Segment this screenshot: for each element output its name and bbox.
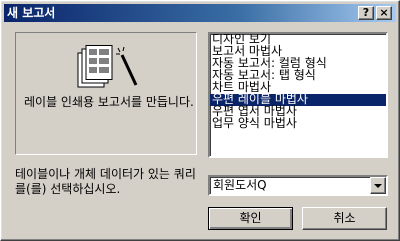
cancel-button[interactable]: 취소 [302,207,387,230]
dialog-title: 새 보고서 [7,6,56,20]
description-text: 레이블 인쇄용 보고서를 만듭니다. [24,95,194,109]
report-type-list[interactable]: 디자인 보기 보고서 마법사 자동 보고서: 컬럼 형식 자동 보고서: 탭 형… [208,32,388,158]
data-source-label: 테이블이나 개체 데이터가 있는 쿼리를(를) 선택하십시오. [15,167,196,196]
help-button[interactable]: ? [358,6,374,20]
close-button[interactable]: × [376,6,392,20]
list-item[interactable]: 업무 양식 마법사 [210,117,386,130]
report-wizard-icon [77,45,138,88]
new-report-dialog: 새 보고서 ? × 레이블 인쇄용 보고서를 만듭니다. 디자인 보기 보고서 … [0,0,400,241]
description-panel: 레이블 인쇄용 보고서를 만듭니다. [15,32,197,155]
data-source-combobox[interactable]: 회원도서Q [208,175,388,196]
data-source-value: 회원도서Q [213,178,267,192]
title-bar: 새 보고서 ? × [4,4,396,22]
ok-button[interactable]: 확인 [208,207,293,230]
dropdown-arrow-icon[interactable] [370,177,386,194]
